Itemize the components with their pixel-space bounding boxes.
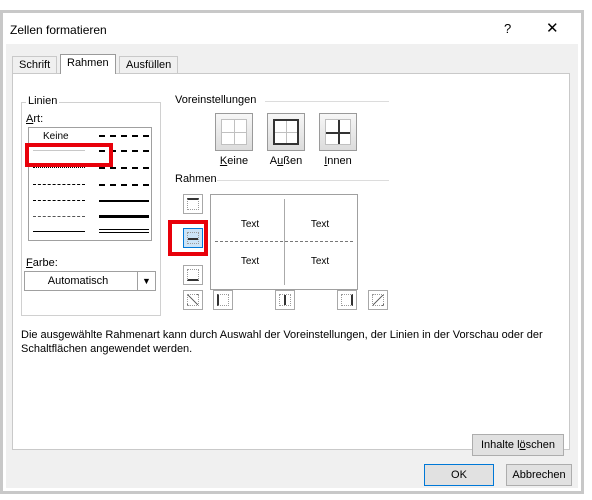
border-left-icon xyxy=(217,294,229,306)
voreinstellungen-separator xyxy=(265,101,389,102)
ok-button[interactable]: OK xyxy=(424,464,494,486)
preview-vertical-line[interactable] xyxy=(284,199,285,285)
border-bottom-button[interactable] xyxy=(183,265,203,285)
preset-outline-label-rest: ßen xyxy=(283,155,303,167)
line-style-medium[interactable] xyxy=(99,200,149,202)
line-style-medium-dashed[interactable] xyxy=(99,184,149,186)
format-cells-dialog: Zellen formatieren ? ✕ Schrift Rahmen Au… xyxy=(6,16,578,488)
preview-cell-1: Text xyxy=(240,219,260,230)
highlight-inside-horizontal-button xyxy=(168,220,208,256)
clear-contents-label-pre: Inhalte l xyxy=(480,439,520,451)
tab-ausfuellen[interactable]: Ausfüllen xyxy=(119,56,179,74)
title-bar: Zellen formatieren ? ✕ xyxy=(6,16,578,44)
preset-inside-label-rest: nnen xyxy=(327,155,352,167)
line-style-dotted[interactable] xyxy=(33,167,85,168)
preset-outline-label: Außen xyxy=(261,155,311,167)
line-style-medium-dash-dot-dot[interactable] xyxy=(99,135,149,137)
line-style-none[interactable]: Keine xyxy=(43,131,69,142)
rahmen-separator xyxy=(217,180,389,181)
farbe-label: Farbe: xyxy=(26,257,58,269)
help-button[interactable]: ? xyxy=(504,21,511,36)
preset-none-label: Keine xyxy=(209,155,259,167)
line-style-thin[interactable] xyxy=(33,231,85,232)
preview-cell-3: Text xyxy=(240,256,260,267)
linien-group: Linien Art: Keine Farbe: Automatisch ▼ xyxy=(21,95,161,316)
diagonal-down-icon xyxy=(372,294,384,306)
border-inside-vertical-icon xyxy=(279,294,291,306)
voreinstellungen-group-label: Voreinstellungen xyxy=(173,94,259,106)
preset-outline-icon xyxy=(273,119,299,145)
description-text: Die ausgewählte Rahmenart kann durch Aus… xyxy=(21,329,543,355)
farbe-dropdown-value: Automatisch xyxy=(47,275,109,287)
farbe-dropdown[interactable]: Automatisch ▼ xyxy=(24,271,156,291)
clear-contents-button[interactable]: Inhalte löschen xyxy=(472,434,564,456)
border-top-icon xyxy=(187,198,199,210)
preview-cell-2: Text xyxy=(310,219,330,230)
line-style-dash-dot-dot[interactable] xyxy=(33,184,85,185)
border-diagonal-up-button[interactable] xyxy=(183,290,203,310)
preview-horizontal-line[interactable] xyxy=(215,241,353,242)
tab-panel-rahmen: Linien Art: Keine Farbe: Automatisch ▼ V… xyxy=(12,73,570,450)
border-bottom-icon xyxy=(187,269,199,281)
cancel-button[interactable]: Abbrechen xyxy=(506,464,572,486)
line-style-double[interactable] xyxy=(99,229,149,233)
border-right-button[interactable] xyxy=(337,290,357,310)
line-style-dashed[interactable] xyxy=(33,216,85,217)
rahmen-group-label: Rahmen xyxy=(173,173,219,185)
border-left-button[interactable] xyxy=(213,290,233,310)
preset-none-button[interactable] xyxy=(215,113,253,151)
farbe-label-accesskey: F xyxy=(26,257,33,269)
preset-none-label-rest: eine xyxy=(227,155,249,167)
preset-inside-label: Innen xyxy=(313,155,363,167)
border-right-icon xyxy=(341,294,353,306)
close-button[interactable]: ✕ xyxy=(546,19,559,37)
preset-inside-button[interactable] xyxy=(319,113,357,151)
tab-schrift[interactable]: Schrift xyxy=(12,56,58,74)
linien-group-label: Linien xyxy=(26,95,60,107)
border-diagonal-down-button[interactable] xyxy=(368,290,388,310)
line-style-thick[interactable] xyxy=(99,215,149,218)
screenshot-frame: Zellen formatieren ? ✕ Schrift Rahmen Au… xyxy=(0,10,584,494)
preview-cell-4: Text xyxy=(310,256,330,267)
border-preview[interactable]: Text Text Text Text xyxy=(210,194,358,290)
preset-inside-icon xyxy=(325,119,351,145)
highlight-selected-line-style xyxy=(25,143,113,167)
tab-rahmen[interactable]: Rahmen xyxy=(60,54,116,74)
diagonal-up-icon xyxy=(187,294,199,306)
farbe-label-rest: arbe: xyxy=(32,257,58,269)
art-label-rest: rt: xyxy=(33,113,44,125)
chevron-down-icon[interactable]: ▼ xyxy=(137,272,155,290)
border-inside-vertical-button[interactable] xyxy=(275,290,295,310)
clear-contents-label-rest: schen xyxy=(525,439,555,451)
preset-outline-button[interactable] xyxy=(267,113,305,151)
border-top-button[interactable] xyxy=(183,194,203,214)
dialog-title: Zellen formatieren xyxy=(10,23,107,37)
preset-none-icon xyxy=(221,119,247,145)
art-label: Art: xyxy=(26,113,44,125)
line-style-medium-dash-dot[interactable] xyxy=(99,167,149,169)
line-style-dash-dot[interactable] xyxy=(33,200,85,201)
